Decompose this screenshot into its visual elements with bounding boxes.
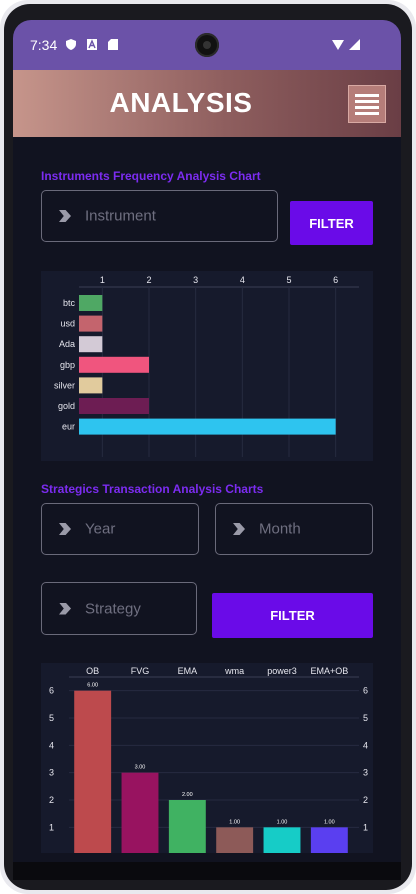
wifi-icon xyxy=(332,40,344,50)
instruments-bar-chart: 1 2 3 4 5 6 btc usd Ada gbp silver gold eur xyxy=(54,275,359,457)
data-label: 3.00 xyxy=(135,765,146,771)
data-label: 1.00 xyxy=(229,819,240,825)
instrument-placeholder: Instrument xyxy=(85,207,156,225)
month-input[interactable]: Month xyxy=(215,503,373,555)
y-tick-label-right: 6 xyxy=(363,686,368,696)
front-camera xyxy=(195,33,219,57)
x-tick-label: 4 xyxy=(240,275,245,285)
bar xyxy=(79,356,149,373)
instruments-chart-title: Instruments Frequency Analysis Chart xyxy=(41,169,261,183)
x-tick-label: 6 xyxy=(333,275,338,285)
strategies-bar-chart: 1 1 2 2 3 3 4 4 5 5 6 6 OB 6.00 FVG 3.00 EMA 2.00 wma 1.00 p… xyxy=(49,666,368,858)
menu-icon xyxy=(355,94,379,97)
instrument-input[interactable]: Instrument xyxy=(41,190,278,242)
strategy-placeholder: Strategy xyxy=(85,600,141,617)
y-tick-label-right: 2 xyxy=(363,795,368,805)
strategies-chart-title: Strategics Transaction Analysis Charts xyxy=(41,482,264,496)
bar xyxy=(121,772,159,858)
y-tick-label-left: 2 xyxy=(49,795,54,805)
shield-icon xyxy=(66,39,76,50)
chevron-right-icon xyxy=(59,602,71,615)
x-tick-label: 1 xyxy=(100,275,105,285)
data-label: 1.00 xyxy=(324,819,335,825)
bar xyxy=(168,800,206,858)
month-placeholder: Month xyxy=(259,520,301,538)
bar xyxy=(263,827,301,858)
y-tick-label-left: 4 xyxy=(49,740,54,750)
x-tick-label: 5 xyxy=(286,275,291,285)
y-tick-label-left: 3 xyxy=(49,768,54,778)
bar xyxy=(216,827,254,858)
navigation-bar xyxy=(13,862,401,880)
x-tick-label: EMA+OB xyxy=(310,666,348,676)
chevron-right-icon xyxy=(59,523,71,535)
signal-icon xyxy=(349,39,360,50)
chevron-right-icon xyxy=(233,523,245,535)
y-tick-label-right: 1 xyxy=(363,822,368,832)
y-tick-label: eur xyxy=(62,422,75,432)
chevron-right-icon xyxy=(59,210,71,222)
y-tick-label-right: 4 xyxy=(363,740,368,750)
y-tick-label: usd xyxy=(60,319,75,329)
strategy-input[interactable]: Strategy xyxy=(41,582,197,635)
bar xyxy=(310,827,348,858)
data-label: 1.00 xyxy=(277,819,288,825)
page-title: ANALYSIS xyxy=(109,87,253,118)
x-tick-label: OB xyxy=(86,666,99,676)
bar xyxy=(79,315,103,332)
data-label: 2.00 xyxy=(182,792,193,798)
font-app-icon xyxy=(87,39,97,50)
y-tick-label-right: 5 xyxy=(363,713,368,723)
y-tick-label-left: 5 xyxy=(49,713,54,723)
x-tick-label: EMA xyxy=(178,666,198,676)
y-tick-label: gbp xyxy=(60,360,75,370)
instruments-chart: 1 2 3 4 5 6 btc usd Ada gbp silver gold eur xyxy=(41,271,373,461)
y-tick-label: Ada xyxy=(59,339,75,349)
status-time: 7:34 xyxy=(30,37,58,53)
bar xyxy=(79,398,149,414)
bar xyxy=(74,690,112,858)
y-tick-label: silver xyxy=(54,380,75,390)
bar xyxy=(79,418,336,435)
menu-button[interactable] xyxy=(348,85,386,123)
y-tick-label: btc xyxy=(63,298,76,308)
y-tick-label-left: 1 xyxy=(49,822,54,832)
strategies-chart: 1 1 2 2 3 3 4 4 5 5 6 6 OB 6.00 FVG 3.00 EMA 2.00 wma 1.00 p… xyxy=(41,663,373,858)
data-label: 6.00 xyxy=(87,683,98,689)
x-tick-label: 2 xyxy=(146,275,151,285)
year-input[interactable]: Year xyxy=(41,503,199,555)
y-tick-label-left: 6 xyxy=(49,686,54,696)
bar xyxy=(79,295,103,311)
x-tick-label: wma xyxy=(224,666,244,676)
y-tick-label: gold xyxy=(58,401,75,411)
x-tick-label: FVG xyxy=(131,666,150,676)
screen: 7:34 ANALYSIS Instruments Frequency Anal… xyxy=(13,20,401,880)
instrument-filter-button[interactable]: FILTER xyxy=(290,201,373,245)
phone-frame: 7:34 ANALYSIS Instruments Frequency Anal… xyxy=(0,0,416,894)
bar xyxy=(79,377,103,394)
app-header: ANALYSIS xyxy=(13,70,401,137)
bar xyxy=(79,336,103,353)
x-tick-label: 3 xyxy=(193,275,198,285)
strategy-filter-button[interactable]: FILTER xyxy=(212,593,373,638)
sd-card-icon xyxy=(108,39,118,50)
y-tick-label-right: 3 xyxy=(363,768,368,778)
x-tick-label: power3 xyxy=(267,666,297,676)
year-placeholder: Year xyxy=(85,520,116,538)
status-bar: 7:34 xyxy=(13,20,401,70)
